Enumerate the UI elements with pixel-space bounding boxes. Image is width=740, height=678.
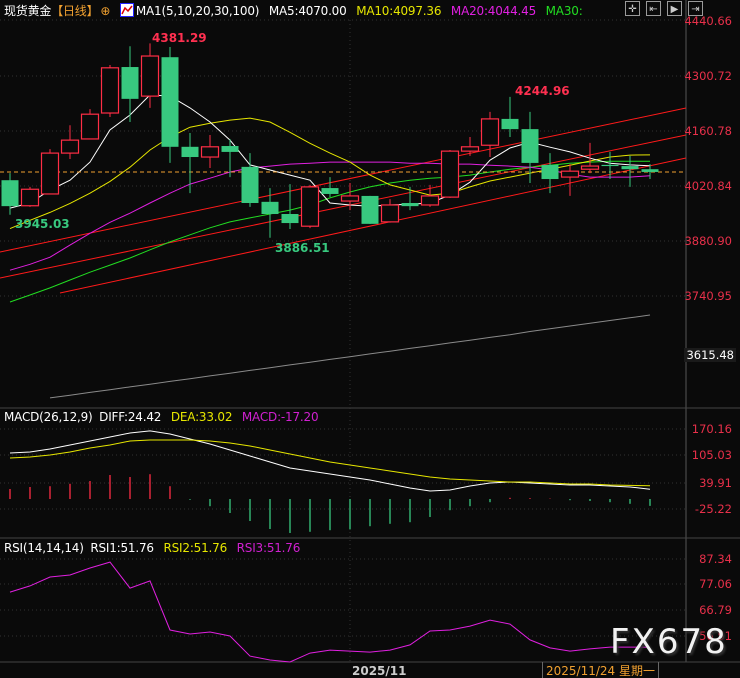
- rsi-line: [9, 561, 651, 663]
- candle-body: [361, 195, 379, 224]
- candle-body: [241, 166, 259, 204]
- watermark-logo: FX678: [610, 622, 728, 662]
- macd-dea: DEA:33.02: [170, 410, 233, 424]
- price-tick: 4160.78: [684, 124, 732, 138]
- candle-body: [420, 195, 440, 206]
- crosshair-add-icon[interactable]: ⊕: [100, 4, 110, 18]
- candle-body: [340, 195, 360, 202]
- candle-body: [521, 129, 539, 163]
- rsi-label: RSI(14,14,14): [4, 541, 84, 555]
- low-label: 3945.03: [15, 217, 70, 231]
- candle-body: [1, 180, 19, 207]
- rsi2-value: RSI2:51.76: [163, 541, 228, 555]
- candle-body: [380, 204, 400, 223]
- candle-body: [100, 67, 120, 114]
- chart-window: 现货黄金【日线】 ⊕ MA1(5,10,20,30,100) MA5:4070.0…: [0, 0, 740, 678]
- play-icon[interactable]: ▶: [667, 1, 682, 16]
- trend-line: [59, 157, 687, 294]
- macd-tick: 39.91: [699, 476, 732, 490]
- chart-canvas[interactable]: [0, 0, 740, 678]
- date-tick: 2025/11: [352, 664, 407, 678]
- chart-start-icon[interactable]: ⇤: [646, 1, 661, 16]
- candle-body: [60, 139, 80, 154]
- price-tick: 4300.72: [684, 69, 732, 83]
- price-tick-current: 3615.48: [684, 348, 736, 362]
- macd-value: MACD:-17.20: [241, 410, 319, 424]
- candle-body: [621, 166, 639, 170]
- rsi3-value: RSI3:51.76: [236, 541, 301, 555]
- candle-body: [121, 67, 139, 99]
- candle-body: [601, 164, 619, 167]
- candle-body: [221, 146, 239, 152]
- macd-tick: 105.03: [691, 448, 732, 462]
- macd-label: MACD(26,12,9): [4, 410, 93, 424]
- ma20-value: MA20:4044.45: [450, 4, 537, 18]
- candle-body: [560, 170, 580, 178]
- rsi-tick: 87.34: [699, 552, 732, 566]
- macd-dea-line: [9, 439, 651, 487]
- candle-body: [161, 57, 179, 147]
- ma100-line: [49, 314, 651, 399]
- candle-body: [440, 150, 460, 198]
- candle-body: [140, 55, 160, 97]
- candle-body: [300, 186, 320, 227]
- ma10-value: MA10:4097.36: [356, 4, 442, 18]
- macd-diff: DIFF:24.42: [99, 410, 162, 424]
- candle-body: [321, 188, 339, 194]
- instrument-title: 现货黄金: [4, 4, 52, 18]
- price-tick: 3740.95: [684, 289, 732, 303]
- candle-body: [501, 118, 519, 130]
- indicator-icon[interactable]: [119, 3, 134, 17]
- macd-tick: -25.22: [694, 502, 732, 516]
- candle-body: [580, 165, 600, 170]
- macd-header: MACD(26,12,9) DIFF:24.42 DEA:33.02 MACD:…: [4, 410, 324, 424]
- low-label: 3886.51: [275, 241, 330, 255]
- candle-body: [541, 164, 559, 180]
- candle-body: [480, 118, 500, 146]
- price-tick: 4020.84: [684, 179, 732, 193]
- candle-body: [641, 169, 659, 172]
- candle-body: [460, 146, 480, 152]
- period-label[interactable]: 【日线】: [51, 4, 98, 18]
- price-tick: 3880.90: [684, 234, 732, 248]
- macd-tick: 170.16: [691, 422, 732, 436]
- macd-diff-line: [9, 430, 651, 492]
- candle-body: [80, 113, 100, 140]
- candle-body: [20, 188, 40, 207]
- candle-body: [200, 146, 220, 158]
- peak-high-label: 4381.29: [152, 31, 207, 45]
- ma5-value: MA5:4070.00: [268, 4, 347, 18]
- ma30-value: MA30:: [545, 4, 583, 18]
- candle-body: [40, 152, 60, 195]
- cursor-date: 2025/11/24 星期一: [542, 662, 659, 678]
- main-header: 现货黄金【日线】 ⊕ MA1(5,10,20,30,100) MA5:4070.0…: [4, 2, 589, 19]
- ma-label: MA1(5,10,20,30,100): [135, 4, 260, 18]
- rsi1-value: RSI1:51.76: [90, 541, 154, 555]
- rsi-tick: 66.79: [699, 603, 732, 617]
- peak-high-label: 4244.96: [515, 84, 570, 98]
- candle-body: [261, 201, 279, 215]
- rsi-tick: 77.06: [699, 577, 732, 591]
- candle-body: [281, 214, 299, 224]
- candle-body: [181, 146, 199, 158]
- crosshair-icon[interactable]: ✛: [625, 1, 640, 16]
- rsi-header: RSI(14,14,14) RSI1:51.76 RSI2:51.76 RSI3…: [4, 541, 306, 555]
- candle-body: [401, 203, 419, 207]
- price-tick: 4440.66: [684, 14, 732, 28]
